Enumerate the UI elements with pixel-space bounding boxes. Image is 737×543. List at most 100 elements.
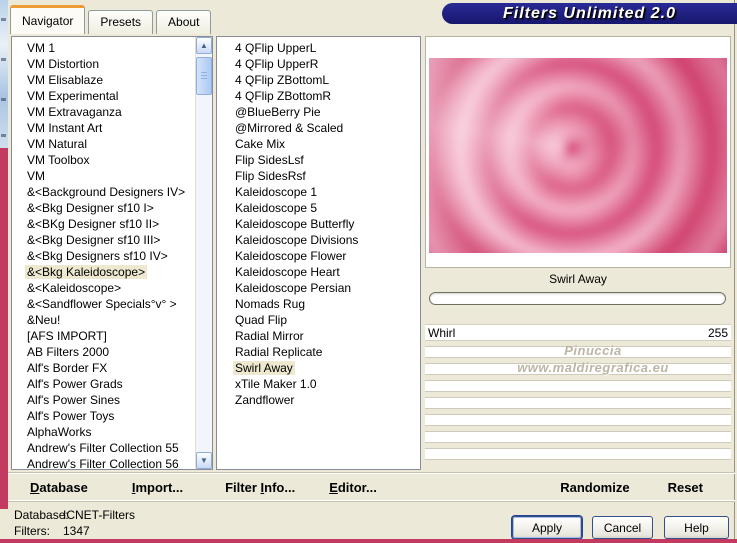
- list-item[interactable]: Cake Mix: [217, 136, 420, 152]
- filters-unlimited-window: Navigator Presets About Filters Unlimite…: [0, 0, 737, 543]
- filter-rows: 4 QFlip UpperL 4 QFlip UpperR 4 QFlip ZBot…: [217, 40, 420, 408]
- empty-parameter-row: [425, 346, 731, 358]
- list-item[interactable]: &<Bkg Designer sf10 III>: [12, 232, 194, 248]
- list-item[interactable]: @BlueBerry Pie: [217, 104, 420, 120]
- desktop-red-stripe: [0, 148, 8, 509]
- list-item[interactable]: Radial Replicate: [217, 344, 420, 360]
- empty-parameter-row: [425, 397, 731, 409]
- list-item[interactable]: Alf's Power Sines: [12, 392, 194, 408]
- list-item[interactable]: VM Extravaganza: [12, 104, 194, 120]
- category-listbox: VM 1 VM Distortion VM Elisablaze VM Experim…: [11, 36, 213, 470]
- empty-parameter-row: [425, 363, 731, 375]
- list-item[interactable]: VM Natural: [12, 136, 194, 152]
- list-item[interactable]: AlphaWorks: [12, 424, 194, 440]
- list-item[interactable]: Kaleidoscope Butterfly: [217, 216, 420, 232]
- list-item[interactable]: @Mirrored & Scaled: [217, 120, 420, 136]
- list-item[interactable]: &<BKg Designer sf10 II>: [12, 216, 194, 232]
- list-item[interactable]: &<Bkg Designers sf10 IV>: [12, 248, 194, 264]
- desktop-background-strip: [0, 0, 8, 543]
- list-item[interactable]: Andrew's Filter Collection 56: [12, 456, 194, 469]
- tab-navigator[interactable]: Navigator: [10, 5, 86, 34]
- preview-progress-bar: [429, 292, 726, 305]
- filter-info-button[interactable]: Filter Info...: [225, 480, 295, 495]
- list-item[interactable]: Nomads Rug: [217, 296, 420, 312]
- list-item[interactable]: Alf's Power Grads: [12, 376, 194, 392]
- list-item[interactable]: [AFS IMPORT]: [12, 328, 194, 344]
- list-item[interactable]: Quad Flip: [217, 312, 420, 328]
- toolbar: Database Import... Filter Info... Editor…: [8, 472, 735, 502]
- list-item[interactable]: Radial Mirror: [217, 328, 420, 344]
- list-item[interactable]: Kaleidoscope 5: [217, 200, 420, 216]
- empty-parameter-row: [425, 414, 731, 426]
- selected-filter-title: Swirl Away: [549, 272, 607, 286]
- list-item[interactable]: VM Toolbox: [12, 152, 194, 168]
- list-item[interactable]: 4 QFlip ZBottomR: [217, 88, 420, 104]
- database-button[interactable]: Database: [30, 480, 88, 495]
- reset-button[interactable]: Reset: [668, 480, 703, 495]
- list-item[interactable]: Alf's Border FX: [12, 360, 194, 376]
- empty-parameter-row: [425, 380, 731, 392]
- randomize-button[interactable]: Randomize: [560, 480, 629, 495]
- preview-panel: [425, 36, 731, 268]
- desktop-sky-fragment: [0, 0, 8, 148]
- list-item[interactable]: Flip SidesLsf: [217, 152, 420, 168]
- list-item[interactable]: Zandflower: [217, 392, 420, 408]
- list-item[interactable]: xTile Maker 1.0: [217, 376, 420, 392]
- list-item[interactable]: VM Experimental: [12, 88, 194, 104]
- filters-count-label: Filters:: [14, 524, 50, 538]
- category-rows: VM 1 VM Distortion VM Elisablaze VM Experim…: [12, 40, 194, 469]
- scroll-down-icon[interactable]: ▼: [196, 452, 212, 469]
- thumb-grip: [201, 72, 207, 81]
- swirl-artwork: [429, 58, 727, 253]
- tab-presets[interactable]: Presets: [88, 10, 154, 34]
- list-item[interactable]: VM: [12, 168, 194, 184]
- desktop-bottom-fragment: [0, 509, 8, 543]
- empty-parameter-rows: [425, 346, 731, 465]
- cancel-button[interactable]: Cancel: [592, 516, 653, 539]
- list-item[interactable]: 4 QFlip UpperR: [217, 56, 420, 72]
- parameter-slider-whirl[interactable]: Whirl 255: [425, 324, 731, 341]
- desktop-bottom-stripe: [0, 539, 737, 543]
- empty-parameter-row: [425, 448, 731, 460]
- list-item[interactable]: Kaleidoscope Heart: [217, 264, 420, 280]
- list-item[interactable]: &Neu!: [12, 312, 194, 328]
- list-item[interactable]: VM Instant Art: [12, 120, 194, 136]
- list-item[interactable]: Andrew's Filter Collection 55: [12, 440, 194, 456]
- list-item[interactable]: 4 QFlip ZBottomL: [217, 72, 420, 88]
- list-item[interactable]: AB Filters 2000: [12, 344, 194, 360]
- scrollbar-thumb[interactable]: [196, 57, 212, 95]
- apply-button[interactable]: Apply: [512, 516, 582, 539]
- empty-parameter-row: [425, 431, 731, 443]
- list-item[interactable]: VM Elisablaze: [12, 72, 194, 88]
- list-item[interactable]: Swirl Away: [217, 360, 420, 376]
- app-title: Filters Unlimited 2.0: [502, 4, 677, 22]
- filter-listbox: 4 QFlip UpperL 4 QFlip UpperR 4 QFlip ZBot…: [216, 36, 421, 470]
- category-scrollbar[interactable]: ▲ ▼: [195, 37, 212, 469]
- list-item[interactable]: VM Distortion: [12, 56, 194, 72]
- list-item[interactable]: &<Background Designers IV>: [12, 184, 194, 200]
- scroll-up-icon[interactable]: ▲: [196, 37, 212, 54]
- list-item[interactable]: VM 1: [12, 40, 194, 56]
- import-button[interactable]: Import...: [132, 480, 183, 495]
- tab-about[interactable]: About: [156, 10, 212, 34]
- list-item[interactable]: &<Bkg Kaleidoscope>: [12, 264, 194, 280]
- list-item[interactable]: &<Bkg Designer sf10 I>: [12, 200, 194, 216]
- tab-bar: Navigator Presets About: [10, 5, 212, 34]
- title-banner: Filters Unlimited 2.0: [442, 3, 737, 24]
- list-item[interactable]: Kaleidoscope Divisions: [217, 232, 420, 248]
- editor-button[interactable]: Editor...: [329, 480, 377, 495]
- list-item[interactable]: Kaleidoscope Persian: [217, 280, 420, 296]
- database-status-value: ICNET-Filters: [63, 508, 135, 522]
- list-item[interactable]: Flip SidesRsf: [217, 168, 420, 184]
- list-item[interactable]: Alf's Power Toys: [12, 408, 194, 424]
- parameter-name: Whirl: [428, 325, 456, 340]
- list-item[interactable]: &<Kaleidoscope>: [12, 280, 194, 296]
- list-item[interactable]: 4 QFlip UpperL: [217, 40, 420, 56]
- list-item[interactable]: &<Sandflower Specials°v° >: [12, 296, 194, 312]
- database-status-label: Database:: [14, 508, 69, 522]
- filters-count-value: 1347: [63, 524, 90, 538]
- list-item[interactable]: Kaleidoscope Flower: [217, 248, 420, 264]
- filter-preview-image: [429, 58, 727, 253]
- help-button[interactable]: Help: [664, 516, 729, 539]
- list-item[interactable]: Kaleidoscope 1: [217, 184, 420, 200]
